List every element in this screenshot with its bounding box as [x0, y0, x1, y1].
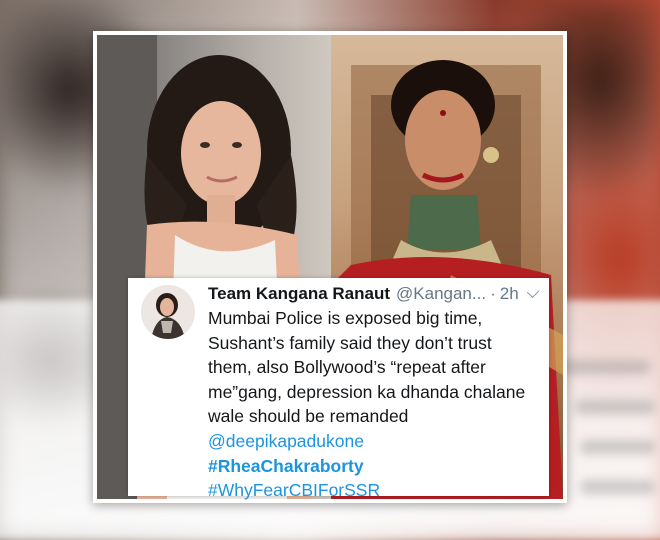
- author-handle[interactable]: @Kangan...: [396, 282, 486, 306]
- blurred-text-ghost: [580, 480, 655, 494]
- tweet-text-line: Sushant’s family said they don’t trust: [208, 332, 492, 353]
- header-separator: ·: [490, 284, 496, 303]
- hashtag-link[interactable]: #WhyFearCBIForSSR: [208, 478, 535, 503]
- avatar[interactable]: [141, 285, 195, 339]
- tweet-card[interactable]: Team Kangana Ranaut @Kangan... · 2h Mumb…: [128, 278, 549, 500]
- chevron-down-icon[interactable]: [526, 285, 540, 299]
- hashtag-link[interactable]: #RheaChakraborty: [208, 454, 535, 479]
- author-name[interactable]: Team Kangana Ranaut: [208, 282, 390, 306]
- tweet-header: Team Kangana Ranaut @Kangan... · 2h: [208, 282, 540, 306]
- tweet-content: Team Kangana Ranaut @Kangan... · 2h Mumb…: [208, 282, 540, 503]
- tweet-text-line: me”gang, depression ka dhanda chalane: [208, 381, 526, 402]
- mention-link[interactable]: @deepikapadukone: [208, 429, 535, 454]
- blurred-text-ghost: [575, 400, 655, 414]
- tweet-text-line: Mumbai Police is exposed big time,: [208, 308, 483, 328]
- blurred-text-ghost: [560, 360, 650, 374]
- blurred-text-ghost: [580, 440, 655, 454]
- profile-picture-icon: [141, 285, 195, 339]
- tweet-timestamp[interactable]: 2h: [500, 282, 519, 306]
- tweet-text-line: wale should be remanded: [208, 406, 409, 427]
- tweet-text-line: them, also Bollywood’s “repeat after: [208, 357, 486, 378]
- tweet-text: Mumbai Police is exposed big time, Susha…: [208, 306, 535, 429]
